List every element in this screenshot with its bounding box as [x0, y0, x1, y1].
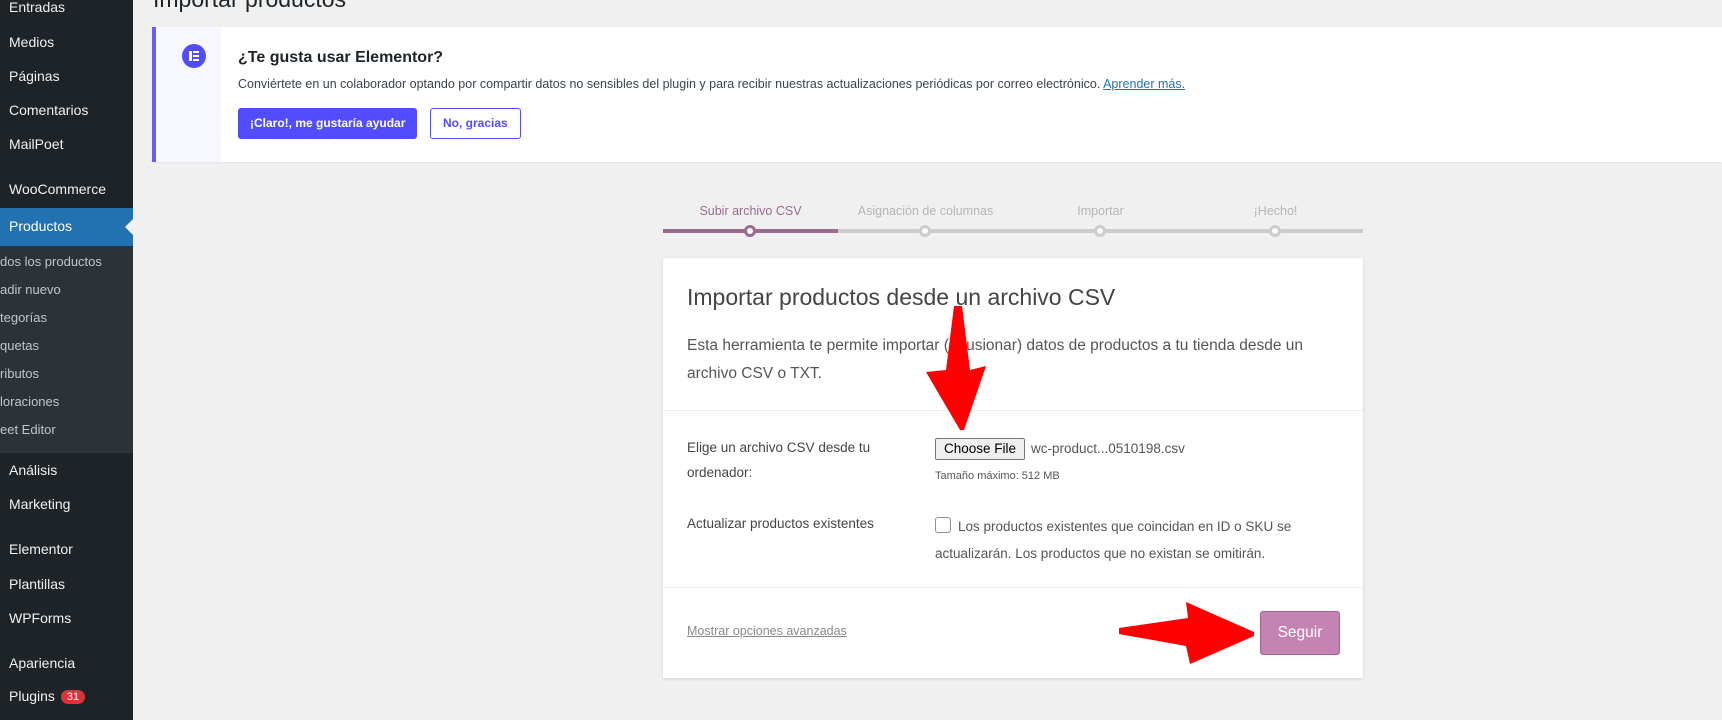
elementor-notice: ¿Te gusta usar Elementor? Conviértete en… — [152, 27, 1722, 162]
submenu-item-sheet-editor[interactable]: eet Editor — [0, 422, 56, 437]
file-upload-label: Elige un archivo CSV desde tu ordenador: — [687, 440, 871, 480]
notice-body: Conviértete en un colaborador optando po… — [238, 77, 1101, 91]
submenu-item-reviews[interactable]: loraciones — [0, 394, 59, 409]
notice-title: ¿Te gusta usar Elementor? — [238, 49, 444, 66]
submenu-item-categories[interactable]: tegorías — [0, 310, 47, 325]
step-import-label: Importar — [1077, 204, 1124, 218]
step-upload-dot — [744, 225, 756, 237]
choose-file-button[interactable]: Choose File — [935, 438, 1026, 460]
menu-item-woocommerce[interactable]: WooCommerce — [9, 181, 106, 197]
divider-top — [663, 410, 1363, 411]
menu-item-marketing[interactable]: Marketing — [9, 496, 70, 512]
notice-icon-column — [156, 27, 221, 162]
step-mapping-label: Asignación de columnas — [857, 204, 994, 218]
menu-item-elementor[interactable]: Elementor — [9, 541, 73, 557]
step-mapping-dot — [919, 225, 931, 237]
card-title: Importar productos desde un archivo CSV — [687, 284, 1116, 310]
submenu-item-all-products[interactable]: dos los productos — [0, 254, 102, 269]
menu-item-comentarios[interactable]: Comentarios — [9, 102, 88, 118]
card-description: Esta herramienta te permite importar (o … — [687, 337, 1304, 382]
productos-submenu: dos los productos adir nuevo tegorías qu… — [0, 246, 133, 453]
import-progress-steps: Subir archivo CSV Asignación de columnas… — [663, 200, 1363, 240]
step-import-dot — [1094, 225, 1106, 237]
page-title: Importar productos — [153, 0, 346, 13]
step-done-dot — [1269, 225, 1281, 237]
max-size-text: Tamaño máximo: 512 MB — [935, 470, 1060, 482]
menu-item-mailpoet[interactable]: MailPoet — [9, 136, 63, 152]
menu-item-plugins-label: Plugins — [9, 688, 55, 704]
elementor-logo-icon — [182, 44, 206, 68]
submenu-item-tags[interactable]: quetas — [0, 338, 39, 353]
active-menu-arrow — [125, 219, 133, 235]
update-existing-description: Los productos existentes que coincidan e… — [935, 519, 1292, 561]
menu-item-plugins[interactable]: Plugins 31 — [9, 688, 86, 704]
update-existing-label: Actualizar productos existentes — [687, 516, 874, 531]
menu-item-apariencia[interactable]: Apariencia — [9, 655, 75, 671]
learn-more-link[interactable]: Aprender más. — [1103, 77, 1185, 91]
plugins-update-badge: 31 — [60, 690, 86, 704]
menu-item-wpforms[interactable]: WPForms — [9, 610, 71, 626]
submenu-item-attributes[interactable]: ributos — [0, 366, 39, 381]
divider-bottom — [663, 587, 1363, 588]
import-card: Importar productos desde un archivo CSV … — [663, 258, 1363, 678]
decline-button[interactable]: No, gracias — [430, 108, 521, 139]
continue-button[interactable]: Seguir — [1260, 611, 1340, 655]
menu-item-productos[interactable]: Productos — [0, 208, 133, 246]
selected-file-name: wc-product...0510198.csv — [1031, 441, 1185, 456]
menu-item-productos-label: Productos — [9, 218, 73, 234]
notice-text: Conviértete en un colaborador optando po… — [238, 77, 1185, 91]
admin-sidebar: Entradas Medios Páginas Comentarios Mail… — [0, 0, 133, 720]
step-upload-label: Subir archivo CSV — [699, 204, 802, 218]
menu-item-entradas[interactable]: Entradas — [9, 0, 65, 15]
step-done-label: ¡Hecho! — [1253, 204, 1298, 218]
show-advanced-options-link[interactable]: Mostrar opciones avanzadas — [687, 624, 847, 638]
menu-item-medios[interactable]: Medios — [9, 34, 54, 50]
menu-item-analisis[interactable]: Análisis — [9, 462, 57, 478]
submenu-item-add-new[interactable]: adir nuevo — [0, 282, 61, 297]
menu-item-plantillas[interactable]: Plantillas — [9, 576, 65, 592]
menu-item-paginas[interactable]: Páginas — [9, 68, 60, 84]
opt-in-button[interactable]: ¡Claro!, me gustaría ayudar — [238, 108, 418, 139]
